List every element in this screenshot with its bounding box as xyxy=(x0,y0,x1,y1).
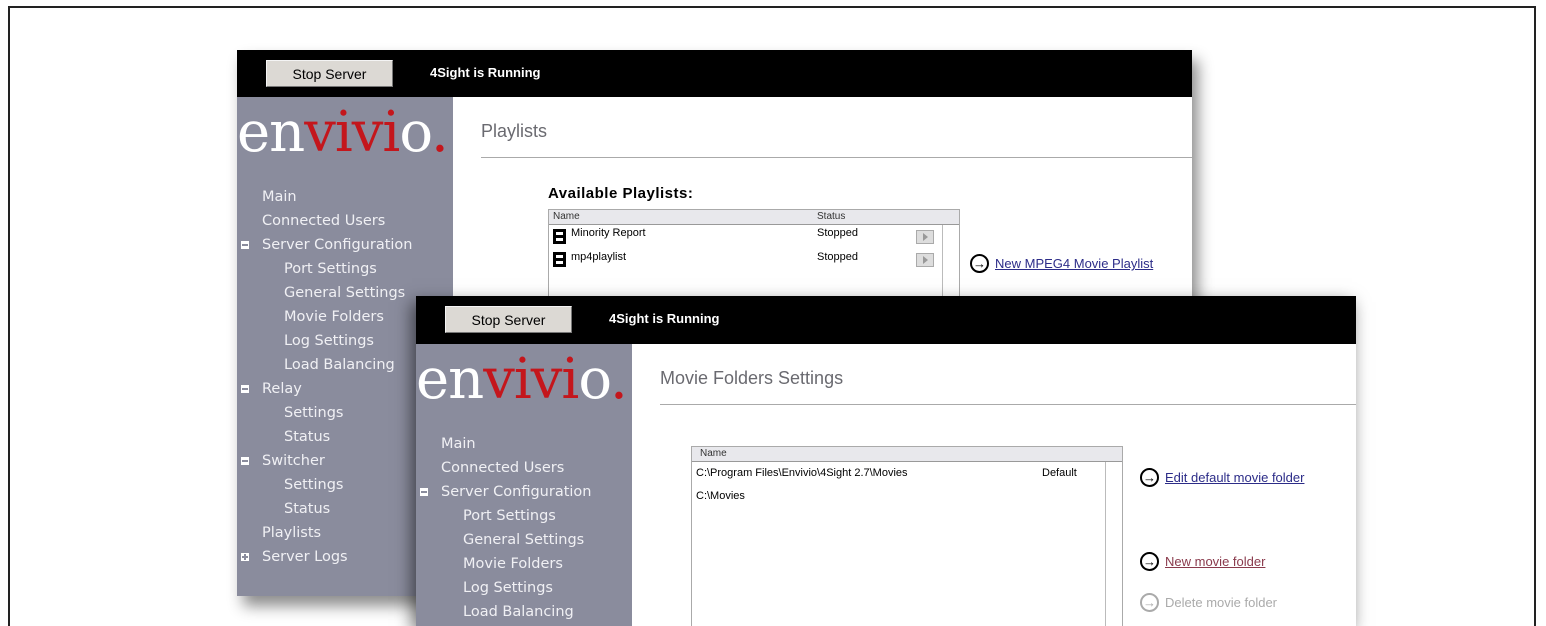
column-header-status: Status xyxy=(817,211,846,222)
delete-folder-link[interactable]: Delete movie folder xyxy=(1165,595,1277,610)
sidebar-item-label: Settings xyxy=(284,405,344,421)
new-folder-link[interactable]: New movie folder xyxy=(1165,554,1265,569)
sidebar-item-server-configuration[interactable]: Server Configuration xyxy=(237,233,453,257)
new-playlist-link[interactable]: New MPEG4 Movie Playlist xyxy=(995,256,1153,271)
table-scrollbar[interactable] xyxy=(1105,462,1122,626)
playlist-name: mp4playlist xyxy=(571,251,627,263)
sidebar-item-load-balancing[interactable]: Load Balancing xyxy=(416,600,632,624)
sidebar-item-label: Server Logs xyxy=(262,549,348,565)
column-header-name: Name xyxy=(700,448,727,459)
sidebar-item-label: Load Balancing xyxy=(284,357,395,373)
sidebar-item-label: Main xyxy=(441,436,476,452)
sidebar-item-label: Status xyxy=(284,501,331,517)
table-row[interactable]: C:\Program Files\Envivio\4Sight 2.7\Movi… xyxy=(692,462,1122,485)
page-title: Playlists xyxy=(481,121,548,141)
section-title: Available Playlists: xyxy=(548,185,694,202)
envivio-logo: envivio. xyxy=(416,347,628,412)
playlist-status: Stopped xyxy=(817,251,858,263)
collapse-icon[interactable] xyxy=(420,488,428,496)
expand-icon[interactable] xyxy=(241,553,249,561)
title-divider xyxy=(481,157,1192,158)
sidebar-item-label: Port Settings xyxy=(284,261,377,277)
top-bar: Stop Server 4Sight is Running xyxy=(237,50,1192,97)
sidebar-item-label: General Settings xyxy=(463,532,585,548)
sidebar-item-server-configuration[interactable]: Server Configuration xyxy=(416,480,632,504)
collapse-icon[interactable] xyxy=(241,385,249,393)
sidebar-item-label: Main xyxy=(262,189,297,205)
sidebar-item-label: Server Configuration xyxy=(262,237,413,253)
edit-default-folder-action[interactable]: → Edit default movie folder xyxy=(1140,468,1304,487)
top-bar: Stop Server 4Sight is Running xyxy=(416,296,1356,344)
table-row[interactable]: Minority Report Stopped xyxy=(549,225,959,248)
sidebar-item-label: Log Settings xyxy=(284,333,374,349)
sidebar-item-label: Playlists xyxy=(262,525,322,541)
sidebar-item-label: Settings xyxy=(284,477,344,493)
sidebar-item-general-settings[interactable]: General Settings xyxy=(416,528,632,552)
collapse-icon[interactable] xyxy=(241,457,249,465)
sidebar-item-port-settings[interactable]: Port Settings xyxy=(237,257,453,281)
sidebar-item-label: Status xyxy=(284,429,331,445)
table-header: Name xyxy=(692,447,1122,462)
delete-folder-action[interactable]: → Delete movie folder xyxy=(1140,593,1277,612)
sidebar-nav: Main Connected Users Server Configuration P… xyxy=(416,432,632,624)
folder-path: C:\Program Files\Envivio\4Sight 2.7\Movi… xyxy=(696,467,908,479)
table-header: Name Status xyxy=(549,210,959,225)
sidebar-item-label: Port Settings xyxy=(463,508,556,524)
sidebar: envivio. Main Connected Users Server Confi… xyxy=(416,344,632,626)
stop-server-button[interactable]: Stop Server xyxy=(445,306,572,333)
movie-folders-table: Name C:\Program Files\Envivio\4Sight 2.7… xyxy=(691,446,1123,626)
circle-arrow-icon: → xyxy=(1140,552,1159,571)
sidebar-item-label: Server Configuration xyxy=(441,484,592,500)
sidebar-item-label: General Settings xyxy=(284,285,406,301)
circle-arrow-icon: → xyxy=(970,254,989,273)
sidebar-item-label: Switcher xyxy=(262,453,325,469)
circle-arrow-icon: → xyxy=(1140,468,1159,487)
sidebar-item-main[interactable]: Main xyxy=(416,432,632,456)
default-tag: Default xyxy=(1042,467,1077,479)
sidebar-item-label: Movie Folders xyxy=(463,556,563,572)
playlist-status: Stopped xyxy=(817,227,858,239)
sidebar-item-label: Movie Folders xyxy=(284,309,384,325)
title-divider xyxy=(660,404,1356,405)
film-icon xyxy=(553,229,566,244)
column-header-name: Name xyxy=(553,211,580,222)
play-icon[interactable] xyxy=(916,253,934,267)
sidebar-item-label: Connected Users xyxy=(441,460,565,476)
edit-default-folder-link[interactable]: Edit default movie folder xyxy=(1165,470,1304,485)
sidebar-item-port-settings[interactable]: Port Settings xyxy=(416,504,632,528)
circle-arrow-icon: → xyxy=(1140,593,1159,612)
new-playlist-action[interactable]: → New MPEG4 Movie Playlist xyxy=(970,254,1153,273)
sidebar-item-log-settings[interactable]: Log Settings xyxy=(416,576,632,600)
movie-folders-window: Stop Server 4Sight is Running envivio. M… xyxy=(416,296,1356,626)
server-status-text: 4Sight is Running xyxy=(609,311,720,326)
playlist-name: Minority Report xyxy=(571,227,646,239)
sidebar-item-connected-users[interactable]: Connected Users xyxy=(416,456,632,480)
collapse-icon[interactable] xyxy=(241,241,249,249)
folder-path: C:\Movies xyxy=(696,490,745,502)
table-row[interactable]: mp4playlist Stopped xyxy=(549,248,959,271)
stop-server-button[interactable]: Stop Server xyxy=(266,60,393,87)
sidebar-item-movie-folders[interactable]: Movie Folders xyxy=(416,552,632,576)
page-title: Movie Folders Settings xyxy=(660,368,844,388)
table-row[interactable]: C:\Movies xyxy=(692,485,1122,508)
sidebar-item-main[interactable]: Main xyxy=(237,185,453,209)
envivio-logo: envivio. xyxy=(237,100,449,165)
sidebar-item-label: Connected Users xyxy=(262,213,386,229)
server-status-text: 4Sight is Running xyxy=(430,65,541,80)
main-content: Movie Folders Settings Name C:\Program F… xyxy=(632,344,1356,626)
film-icon xyxy=(553,252,566,267)
sidebar-item-connected-users[interactable]: Connected Users xyxy=(237,209,453,233)
play-icon[interactable] xyxy=(916,230,934,244)
sidebar-item-label: Log Settings xyxy=(463,580,553,596)
new-folder-action[interactable]: → New movie folder xyxy=(1140,552,1265,571)
sidebar-item-label: Relay xyxy=(262,381,302,397)
